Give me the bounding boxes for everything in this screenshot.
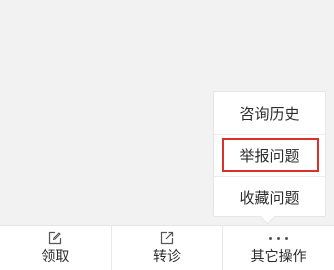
more-dots-icon: [269, 231, 289, 245]
other-actions-button[interactable]: 其它操作: [222, 226, 334, 270]
menu-item-label: 举报问题: [239, 146, 300, 165]
menu-item-label: 收藏问题: [239, 188, 300, 207]
bottom-toolbar: 领取 转诊 其它操作: [0, 225, 334, 270]
menu-item-label: 咨询历史: [239, 104, 300, 123]
menu-item-consult-history[interactable]: 咨询历史: [214, 92, 325, 134]
share-icon: [160, 231, 174, 245]
screen: 咨询历史 举报问题 收藏问题 领取 转诊 其它操作: [0, 0, 334, 270]
claim-button[interactable]: 领取: [0, 226, 111, 270]
edit-icon: [49, 231, 62, 245]
claim-label: 领取: [41, 249, 70, 265]
referral-button[interactable]: 转诊: [110, 226, 223, 270]
more-actions-popup: 咨询历史 举报问题 收藏问题: [213, 91, 326, 217]
other-actions-label: 其它操作: [250, 249, 307, 265]
menu-item-report-issue[interactable]: 举报问题: [214, 134, 325, 176]
referral-label: 转诊: [153, 249, 181, 265]
